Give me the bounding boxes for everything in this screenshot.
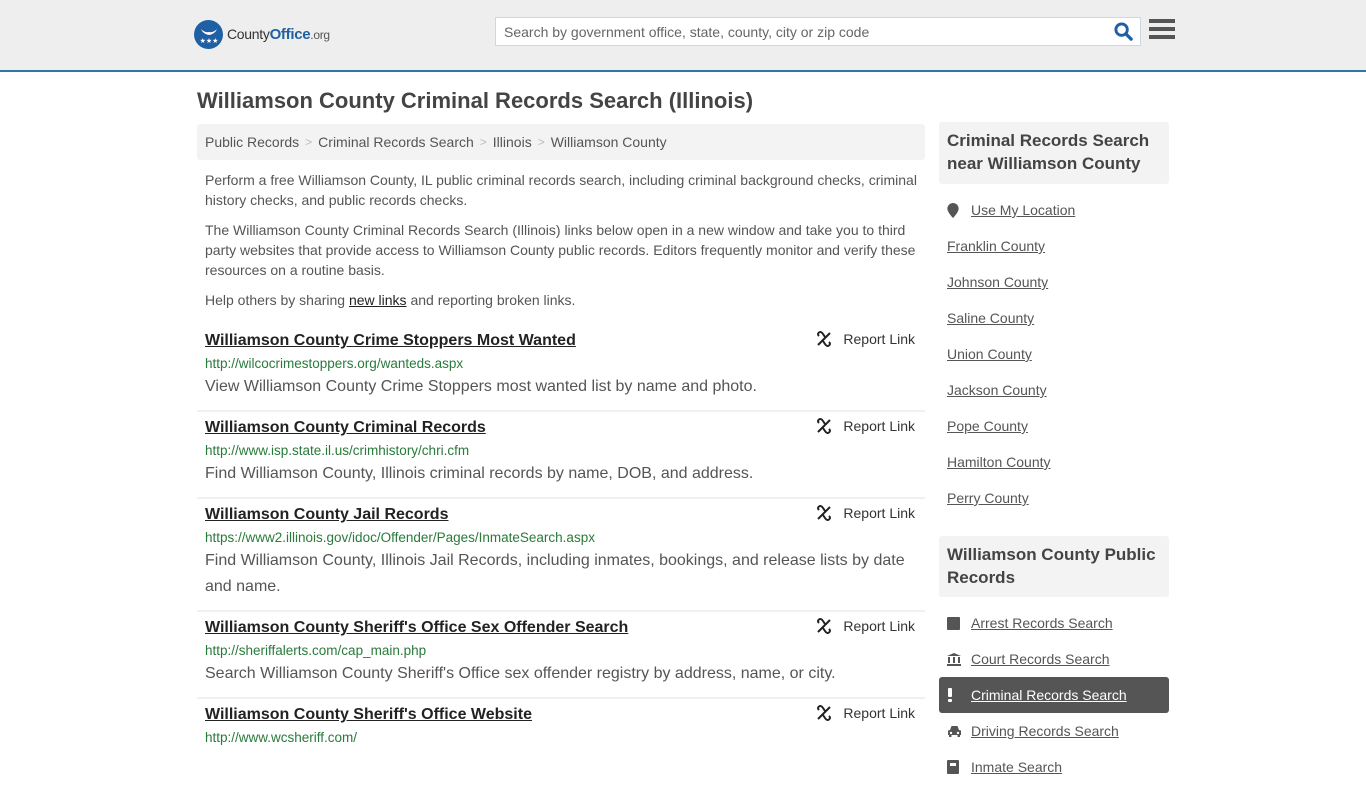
broken-link-icon (817, 331, 832, 347)
search-button[interactable] (1106, 18, 1140, 45)
nearby-county-link[interactable]: Franklin County (947, 228, 1169, 264)
result-url: http://www.wcsheriff.com/ (205, 730, 358, 745)
report-link-button[interactable]: Report Link (816, 418, 915, 434)
search-input[interactable] (496, 18, 1106, 45)
nearby-section-heading: Criminal Records Search near Williamson … (939, 122, 1169, 184)
breadcrumb-criminal-records-search[interactable]: Criminal Records Search (318, 134, 474, 150)
result-title-link[interactable]: Williamson County Jail Records (205, 504, 448, 526)
nearby-county-link[interactable]: Hamilton County (947, 444, 1169, 480)
result-title-link[interactable]: Williamson County Crime Stoppers Most Wa… (205, 330, 576, 352)
page-title: Williamson County Criminal Records Searc… (197, 88, 754, 113)
breadcrumb-separator: > (537, 135, 545, 149)
site-header: ★★★ CountyOffice.org (0, 0, 1366, 72)
nearby-county-link[interactable]: Jackson County (947, 372, 1169, 408)
broken-link-icon (817, 618, 832, 634)
report-link-button[interactable]: Report Link (816, 705, 915, 721)
intro-paragraph: Perform a free Williamson County, IL pub… (205, 172, 917, 208)
courthouse-icon (947, 652, 965, 666)
sidebar-item-driving-records[interactable]: Driving Records Search (947, 713, 1169, 749)
nearby-county-link[interactable]: Union County (947, 336, 1169, 372)
result-item: Williamson County Sheriff's Office Sex O… (197, 612, 925, 699)
public-records-section-heading: Williamson County Public Records (939, 536, 1169, 597)
result-item: Williamson County Sheriff's Office Websi… (197, 699, 925, 758)
result-title-link[interactable]: Williamson County Sheriff's Office Websi… (205, 704, 532, 726)
result-url: https://www2.illinois.gov/idoc/Offender/… (205, 530, 595, 545)
sidebar-item-criminal-records[interactable]: Criminal Records Search (939, 677, 1169, 713)
result-url: http://www.isp.state.il.us/crimhistory/c… (205, 443, 470, 458)
nearby-county-link[interactable]: Perry County (947, 480, 1169, 516)
search-bar (495, 17, 1141, 46)
broken-link-icon (817, 418, 832, 434)
hamburger-menu-icon[interactable] (1149, 19, 1175, 43)
public-records-list: Arrest Records Search Court Records Sear… (939, 605, 1169, 785)
intro-paragraph: The Williamson County Criminal Records S… (205, 222, 916, 278)
report-link-button[interactable]: Report Link (816, 505, 915, 521)
eagle-stars-icon: ★★★ (194, 20, 223, 49)
breadcrumb-williamson-county[interactable]: Williamson County (551, 134, 667, 150)
nearby-county-link[interactable]: Johnson County (947, 264, 1169, 300)
result-description: Search Williamson County Sheriff's Offic… (205, 665, 836, 682)
result-description: Find Williamson County, Illinois Jail Re… (205, 552, 905, 595)
sidebar-item-inmate-search[interactable]: Inmate Search (947, 749, 1169, 785)
result-title-link[interactable]: Williamson County Criminal Records (205, 417, 486, 439)
result-url: http://wilcocrimestoppers.org/wanteds.as… (205, 356, 464, 371)
report-link-button[interactable]: Report Link (816, 618, 915, 634)
report-link-button[interactable]: Report Link (816, 331, 915, 347)
results-list: Williamson County Crime Stoppers Most Wa… (197, 325, 925, 758)
breadcrumb-separator: > (305, 135, 313, 149)
breadcrumb-separator: > (479, 135, 487, 149)
breadcrumb: Public Records > Criminal Records Search… (197, 124, 925, 160)
result-item: Williamson County Criminal Records http:… (197, 412, 925, 499)
result-url: http://sheriffalerts.com/cap_main.php (205, 643, 427, 658)
inmate-icon (947, 760, 965, 774)
breadcrumb-public-records[interactable]: Public Records (205, 134, 299, 150)
intro-text: Perform a free Williamson County, IL pub… (205, 170, 921, 320)
map-marker-icon (947, 202, 965, 218)
exclamation-icon (947, 688, 965, 702)
use-my-location-link[interactable]: Use My Location (947, 192, 1169, 228)
search-icon (1113, 22, 1133, 41)
broken-link-icon (817, 705, 832, 721)
result-description: Find Williamson County, Illinois crimina… (205, 465, 754, 482)
new-links-link[interactable]: new links (349, 292, 407, 308)
result-item: Williamson County Jail Records https://w… (197, 499, 925, 612)
nearby-county-link[interactable]: Saline County (947, 300, 1169, 336)
nearby-county-link[interactable]: Pope County (947, 408, 1169, 444)
car-icon (947, 725, 965, 737)
breadcrumb-illinois[interactable]: Illinois (493, 134, 532, 150)
sidebar-item-arrest-records[interactable]: Arrest Records Search (947, 605, 1169, 641)
site-logo[interactable]: ★★★ CountyOffice.org (194, 20, 330, 49)
result-item: Williamson County Crime Stoppers Most Wa… (197, 325, 925, 412)
sidebar-item-court-records[interactable]: Court Records Search (947, 641, 1169, 677)
nearby-county-list: Use My Location Franklin County Johnson … (947, 192, 1169, 516)
logo-text: CountyOffice.org (227, 26, 330, 43)
arrest-icon (947, 616, 965, 630)
svg-text:★★★: ★★★ (199, 37, 218, 45)
broken-link-icon (817, 505, 832, 521)
result-description: View Williamson County Crime Stoppers mo… (205, 378, 757, 395)
intro-help-paragraph: Help others by sharing new links and rep… (205, 292, 576, 308)
result-title-link[interactable]: Williamson County Sheriff's Office Sex O… (205, 617, 628, 639)
